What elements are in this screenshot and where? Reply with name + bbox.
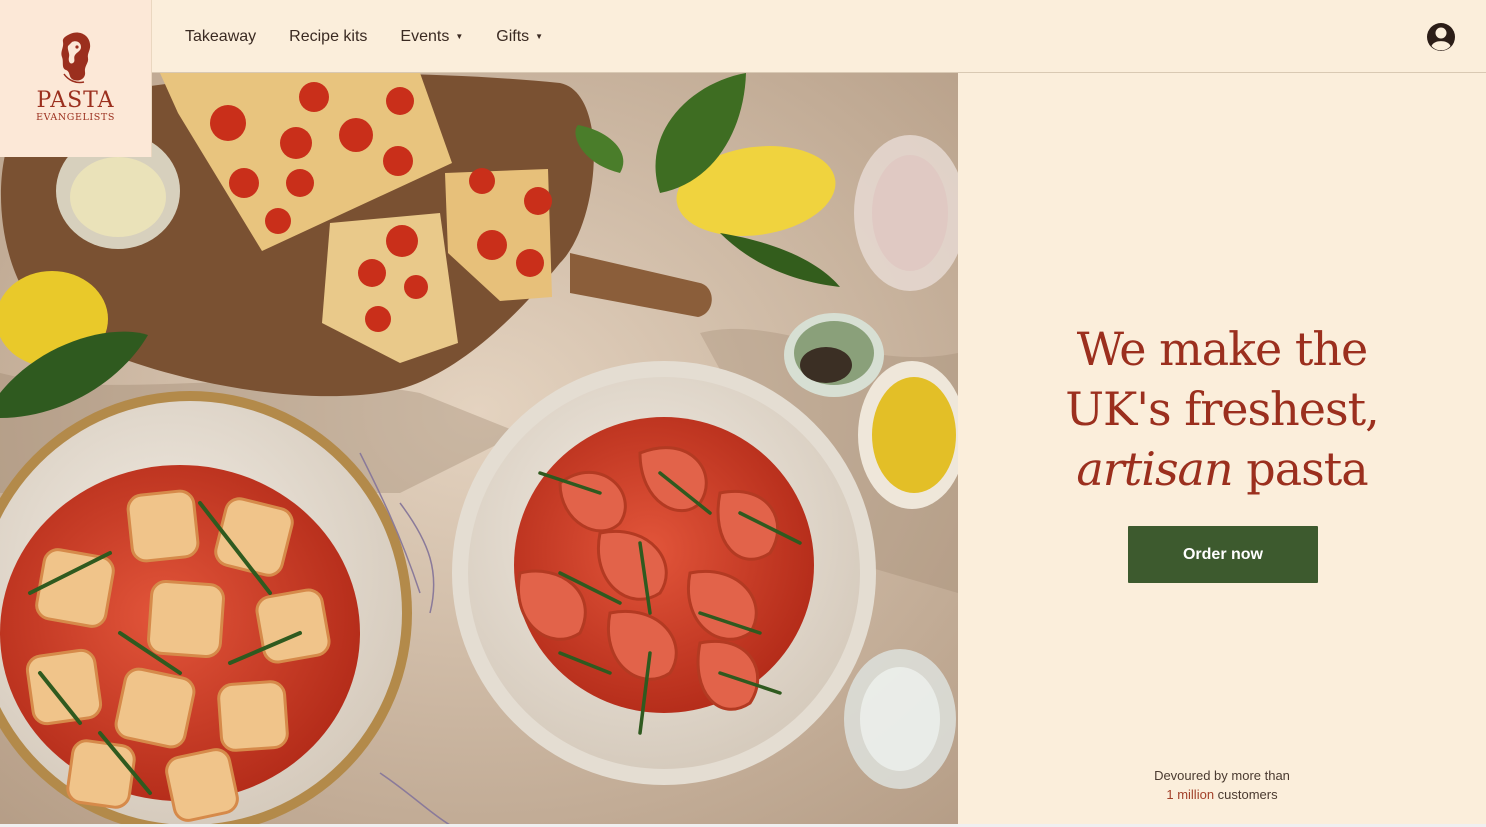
nav-takeaway-label: Takeaway bbox=[185, 27, 257, 45]
social-proof: Devoured by more than 1 million customer… bbox=[958, 766, 1486, 804]
hero-headline: We make the UK's freshest, artisan pasta bbox=[958, 319, 1486, 499]
headline-line-1: We make the bbox=[1076, 322, 1368, 376]
nav-takeaway[interactable]: Takeaway bbox=[185, 28, 256, 46]
headline-line-3-rest: pasta bbox=[1232, 442, 1368, 496]
nav-events-label: Events bbox=[400, 27, 450, 45]
nav-recipe-kits[interactable]: Recipe kits bbox=[289, 28, 367, 46]
evangelist-head-icon bbox=[60, 32, 90, 84]
social-proof-rest: customers bbox=[1214, 787, 1278, 802]
social-proof-line-2: 1 million customers bbox=[958, 785, 1486, 804]
hero-text-panel: We make the UK's freshest, artisan pasta… bbox=[958, 73, 1486, 825]
nav-gifts[interactable]: Gifts ▼ bbox=[496, 28, 543, 46]
caret-down-icon: ▼ bbox=[535, 32, 544, 41]
user-account-icon[interactable] bbox=[1426, 22, 1456, 52]
site-header: Takeaway Recipe kits Events ▼ Gifts ▼ bbox=[0, 0, 1486, 73]
headline-line-2: UK's freshest, bbox=[1065, 382, 1379, 436]
social-proof-line-1: Devoured by more than bbox=[1154, 768, 1290, 783]
nav-gifts-label: Gifts bbox=[496, 27, 530, 45]
pasta-dishes-photo bbox=[0, 73, 958, 825]
customer-count: 1 million bbox=[1166, 787, 1215, 802]
brand-subtitle: EVANGELISTS bbox=[36, 112, 115, 123]
brand-logo[interactable]: PASTA EVANGELISTS bbox=[0, 0, 152, 157]
main-nav: Takeaway Recipe kits Events ▼ Gifts ▼ bbox=[185, 0, 576, 73]
caret-down-icon: ▼ bbox=[455, 32, 464, 41]
headline-italic-word: artisan bbox=[1076, 442, 1233, 496]
order-now-button[interactable]: Order now bbox=[1128, 526, 1318, 583]
nav-recipe-kits-label: Recipe kits bbox=[289, 27, 368, 45]
brand-name: PASTA bbox=[36, 88, 115, 113]
nav-events[interactable]: Events ▼ bbox=[400, 28, 463, 46]
